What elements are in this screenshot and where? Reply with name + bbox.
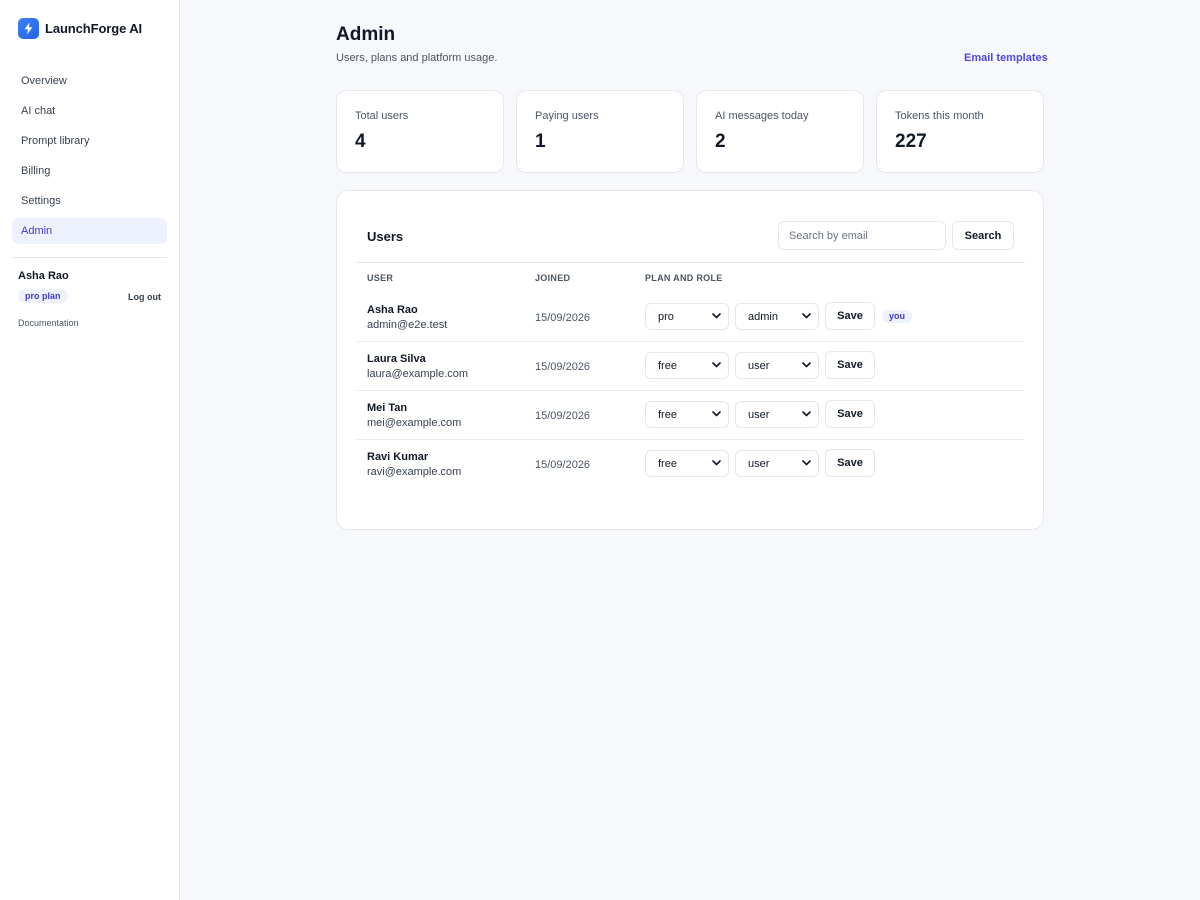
user-name: Ravi Kumar xyxy=(367,451,429,463)
user-name: Asha Rao xyxy=(367,304,418,316)
chevron-down-icon xyxy=(712,411,721,417)
page-title: Admin xyxy=(336,24,396,45)
chevron-down-icon xyxy=(802,313,811,319)
joined-date: 15/09/2026 xyxy=(535,361,591,373)
user-email: admin@e2e.test xyxy=(367,319,448,331)
lightning-bolt-icon xyxy=(18,18,39,39)
sidebar-item-settings[interactable]: Settings xyxy=(12,188,167,214)
table-row: Mei Tan mei@example.com 15/09/2026 free … xyxy=(356,391,1025,440)
role-select[interactable]: user xyxy=(735,401,819,428)
sidebar-item-prompt-library[interactable]: Prompt library xyxy=(12,128,167,154)
plan-select[interactable]: free xyxy=(645,401,729,428)
sidebar: LaunchForge AI Overview AI chat Prompt l… xyxy=(0,0,180,900)
role-select[interactable]: user xyxy=(735,352,819,379)
user-name: Mei Tan xyxy=(367,402,408,414)
brand[interactable]: LaunchForge AI xyxy=(18,18,142,39)
joined-date: 15/09/2026 xyxy=(535,410,591,422)
table-row: Ravi Kumar ravi@example.com 15/09/2026 f… xyxy=(356,440,1025,489)
plan-select-value: free xyxy=(658,409,677,421)
column-header-joined: JOINED xyxy=(535,273,571,283)
plan-select-value: free xyxy=(658,360,677,372)
role-select-value: admin xyxy=(748,311,778,323)
chevron-down-icon xyxy=(712,313,721,319)
table-header-divider xyxy=(356,262,1025,263)
current-user-name: Asha Rao xyxy=(18,270,69,282)
role-select-value: user xyxy=(748,409,770,421)
documentation-link[interactable]: Documentation xyxy=(18,318,79,328)
sidebar-item-admin[interactable]: Admin xyxy=(12,218,167,244)
user-email: mei@example.com xyxy=(367,417,462,429)
plan-select[interactable]: pro xyxy=(645,303,729,330)
chevron-down-icon xyxy=(802,411,811,417)
stat-label: Tokens this month xyxy=(895,110,984,122)
user-name: Laura Silva xyxy=(367,353,426,365)
table-row: Laura Silva laura@example.com 15/09/2026… xyxy=(356,342,1025,391)
logout-button[interactable]: Log out xyxy=(128,292,161,302)
sidebar-item-ai-chat[interactable]: AI chat xyxy=(12,98,167,124)
stat-card-paying-users: Paying users 1 xyxy=(516,90,684,173)
joined-date: 15/09/2026 xyxy=(535,459,591,471)
chevron-down-icon xyxy=(802,460,811,466)
table-row: Asha Rao admin@e2e.test 15/09/2026 pro a… xyxy=(356,293,1025,342)
stat-card-ai-messages-today: AI messages today 2 xyxy=(696,90,864,173)
stat-label: Total users xyxy=(355,110,409,122)
stat-value: 2 xyxy=(715,131,726,152)
plan-select[interactable]: free xyxy=(645,352,729,379)
chevron-down-icon xyxy=(712,362,721,368)
role-select[interactable]: admin xyxy=(735,303,819,330)
role-select[interactable]: user xyxy=(735,450,819,477)
chevron-down-icon xyxy=(712,460,721,466)
stat-card-tokens-this-month: Tokens this month 227 xyxy=(876,90,1044,173)
page-subtitle: Users, plans and platform usage. xyxy=(336,52,498,64)
brand-name: LaunchForge AI xyxy=(45,21,143,36)
stat-value: 4 xyxy=(355,131,366,152)
plan-select[interactable]: free xyxy=(645,450,729,477)
email-templates-link[interactable]: Email templates xyxy=(964,52,1048,64)
stat-label: Paying users xyxy=(535,110,599,122)
you-badge: you xyxy=(882,310,913,323)
role-select-value: user xyxy=(748,458,770,470)
plan-select-value: free xyxy=(658,458,677,470)
plan-badge: pro plan xyxy=(18,289,68,303)
search-button[interactable]: Search xyxy=(952,221,1014,250)
user-email: laura@example.com xyxy=(367,368,469,380)
users-panel-title: Users xyxy=(367,229,404,244)
save-button[interactable]: Save xyxy=(825,351,875,379)
stat-value: 1 xyxy=(535,131,546,152)
users-panel: Users Search USER JOINED PLAN AND ROLE A… xyxy=(336,190,1044,530)
search-input[interactable] xyxy=(778,221,946,250)
chevron-down-icon xyxy=(802,362,811,368)
sidebar-item-overview[interactable]: Overview xyxy=(12,68,167,94)
save-button[interactable]: Save xyxy=(825,449,875,477)
stat-label: AI messages today xyxy=(715,110,809,122)
stat-card-total-users: Total users 4 xyxy=(336,90,504,173)
sidebar-item-billing[interactable]: Billing xyxy=(12,158,167,184)
user-email: ravi@example.com xyxy=(367,466,462,478)
save-button[interactable]: Save xyxy=(825,302,875,330)
column-header-user: USER xyxy=(367,273,394,283)
role-select-value: user xyxy=(748,360,770,372)
save-button[interactable]: Save xyxy=(825,400,875,428)
sidebar-divider xyxy=(12,257,167,258)
joined-date: 15/09/2026 xyxy=(535,312,591,324)
sidebar-nav: Overview AI chat Prompt library Billing … xyxy=(12,68,167,248)
stat-value: 227 xyxy=(895,131,927,152)
column-header-plan-and-role: PLAN AND ROLE xyxy=(645,273,723,283)
plan-select-value: pro xyxy=(658,311,674,323)
